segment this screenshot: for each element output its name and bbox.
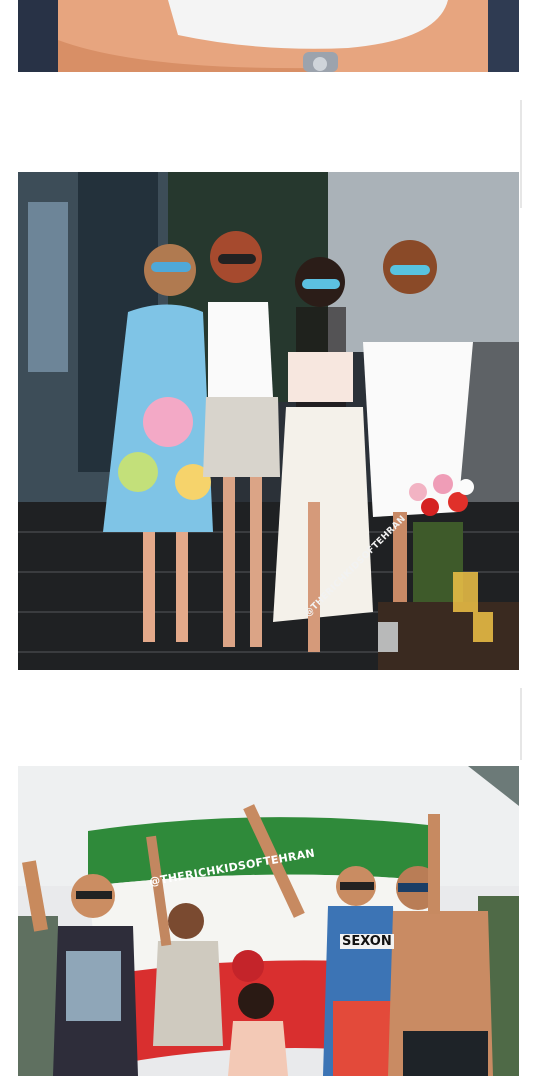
- divider-line: [520, 100, 522, 208]
- photo-flag-group-image: [18, 766, 519, 1076]
- feed-photo-women[interactable]: @THERICHKIDSOFTEHRAN: [18, 172, 519, 670]
- feed-photo-flag-group[interactable]: @THERICHKIDSOFTEHRAN SEXON: [18, 766, 519, 1076]
- photo-women-image: [18, 172, 519, 670]
- divider-line-2: [520, 688, 522, 760]
- feed-photo-top[interactable]: [18, 0, 519, 72]
- photo-top-image: [18, 0, 519, 72]
- shirt-text: SEXON: [340, 934, 394, 949]
